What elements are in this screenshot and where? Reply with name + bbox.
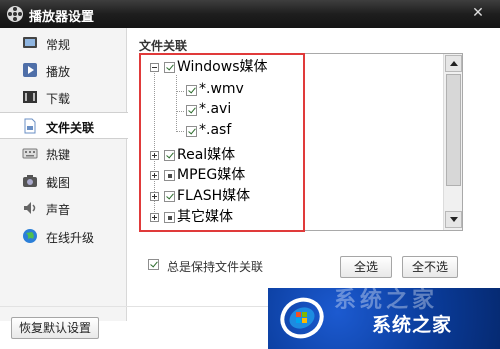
globe-icon (23, 229, 37, 243)
expand-toggle[interactable] (150, 151, 159, 160)
sidebar-item-label: 播放 (46, 65, 71, 79)
tree-node-windows-media[interactable]: Windows媒体 (141, 57, 301, 77)
node-checkbox[interactable] (186, 85, 197, 96)
tree-scrollbar[interactable] (443, 54, 462, 230)
display-icon (23, 37, 37, 48)
sidebar-item-label: 在线升级 (46, 231, 95, 245)
tree-node-asf[interactable]: *.asf (141, 120, 261, 140)
sidebar-item-label: 下载 (46, 92, 71, 106)
sidebar-item-playback[interactable]: 播放 (0, 57, 127, 84)
sidebar-item-label: 声音 (46, 203, 71, 217)
node-checkbox[interactable] (164, 62, 175, 73)
watermark-logo: 系统之家 系统之家 (268, 288, 500, 349)
node-checkbox[interactable] (164, 191, 175, 202)
file-association-tree[interactable]: Windows媒体 *.wmv *.avi *.asf Real媒体 MPEG媒… (140, 53, 463, 231)
tree-node-mpeg-media[interactable]: MPEG媒体 (141, 165, 301, 185)
tree-node-label: *.asf (199, 122, 232, 138)
windows-swirl-icon (280, 297, 324, 339)
tree-node-label: *.avi (199, 101, 232, 117)
sidebar: 常规 播放 下载 文件关联 热键 截图 声音 在线升级 (0, 28, 128, 321)
tree-node-label: FLASH媒体 (177, 188, 251, 204)
node-checkbox[interactable] (164, 170, 175, 181)
arrow-up-icon (450, 61, 458, 66)
tree-node-label: Windows媒体 (177, 59, 268, 75)
sidebar-item-label: 文件关联 (46, 121, 95, 135)
expand-toggle[interactable] (150, 192, 159, 201)
camera-icon (23, 175, 37, 187)
play-icon (23, 63, 37, 77)
scroll-up-button[interactable] (445, 55, 462, 72)
title-bar: 播放器设置 ✕ (0, 0, 500, 28)
keep-association-label: 总是保持文件关联 (167, 260, 264, 274)
expand-toggle[interactable] (150, 213, 159, 222)
tree-node-label: MPEG媒体 (177, 167, 246, 183)
tree-node-other-media[interactable]: 其它媒体 (141, 207, 301, 227)
select-none-button[interactable]: 全不选 (402, 256, 458, 278)
node-checkbox[interactable] (186, 105, 197, 116)
download-icon (23, 91, 37, 103)
scroll-thumb[interactable] (446, 74, 461, 186)
sidebar-item-label: 常规 (46, 38, 71, 52)
watermark-text: 系统之家 (372, 314, 453, 336)
sidebar-item-online-update[interactable]: 在线升级 (0, 223, 127, 250)
tree-node-label: Real媒体 (177, 147, 236, 163)
tree-node-flash-media[interactable]: FLASH媒体 (141, 186, 301, 206)
sidebar-item-screenshot[interactable]: 截图 (0, 168, 127, 195)
tree-node-label: 其它媒体 (177, 209, 233, 225)
node-checkbox[interactable] (164, 150, 175, 161)
scroll-down-button[interactable] (445, 211, 462, 228)
arrow-down-icon (450, 217, 458, 222)
sidebar-item-download[interactable]: 下载 (0, 84, 127, 111)
sidebar-item-label: 热键 (46, 148, 71, 162)
sidebar-item-label: 截图 (46, 176, 71, 190)
sidebar-item-hotkeys[interactable]: 热键 (0, 140, 127, 167)
collapse-toggle[interactable] (150, 63, 159, 72)
keep-association-check[interactable] (148, 259, 159, 270)
sidebar-item-general[interactable]: 常规 (0, 30, 127, 57)
speaker-icon (24, 202, 36, 214)
window-title: 播放器设置 (29, 10, 95, 25)
expand-toggle[interactable] (150, 171, 159, 180)
tree-node-avi[interactable]: *.avi (141, 99, 261, 119)
tree-node-wmv[interactable]: *.wmv (141, 79, 261, 99)
tree-node-real-media[interactable]: Real媒体 (141, 145, 301, 165)
tree-node-label: *.wmv (199, 81, 244, 97)
film-reel-icon (7, 6, 23, 22)
select-all-button[interactable]: 全选 (340, 256, 392, 278)
keyboard-icon (22, 148, 38, 159)
close-icon[interactable]: ✕ (469, 5, 487, 21)
node-checkbox[interactable] (186, 126, 197, 137)
restore-defaults-button[interactable]: 恢复默认设置 (11, 317, 99, 339)
section-title: 文件关联 (139, 39, 188, 53)
file-icon (24, 118, 36, 134)
node-checkbox[interactable] (164, 212, 175, 223)
sidebar-item-sound[interactable]: 声音 (0, 195, 127, 222)
sidebar-item-file-association[interactable]: 文件关联 (0, 112, 128, 139)
